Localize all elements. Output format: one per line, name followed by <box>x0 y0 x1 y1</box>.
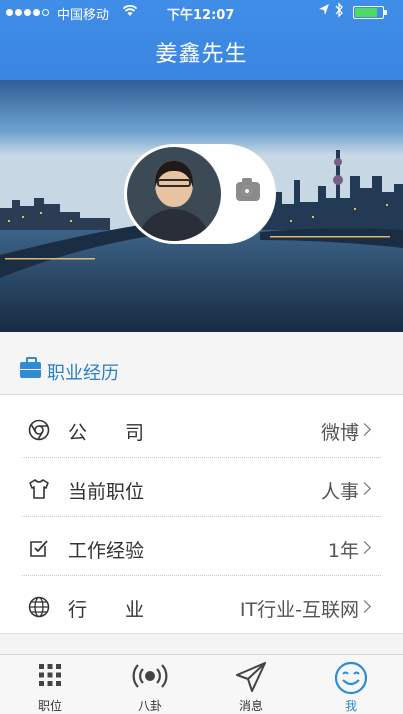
row-label: 公 司 <box>68 422 145 444</box>
battery-icon <box>353 6 387 19</box>
location-icon <box>319 4 329 15</box>
tab-messages[interactable]: 消息 <box>201 655 301 714</box>
row-value: 微博 <box>320 422 359 444</box>
tab-gossip[interactable]: 八卦 <box>100 655 200 714</box>
career-card: 公 司 微博 当前职位 人事 工作经验 1年 行 业 IT行业-互联网 <box>0 394 403 634</box>
chevron-right-icon <box>358 423 371 436</box>
tab-bar: 职位 八卦 消息 我 <box>0 654 403 714</box>
row-label: 工作经验 <box>68 540 145 562</box>
tab-label: 职位 <box>37 699 62 713</box>
status-bar: 中国移动 下午12:07 <box>0 0 403 24</box>
checkbox-icon <box>30 540 48 557</box>
section-header: 职业经历 <box>0 332 403 394</box>
row-position[interactable]: 当前职位 人事 <box>0 458 403 517</box>
avatar[interactable] <box>127 147 221 241</box>
grid-icon <box>39 664 61 686</box>
row-company[interactable]: 公 司 微博 <box>0 399 403 458</box>
top-bar: 中国移动 下午12:07 姜鑫先生 <box>0 0 403 80</box>
tab-label: 我 <box>344 699 357 713</box>
tab-label: 消息 <box>238 699 263 713</box>
row-experience[interactable]: 工作经验 1年 <box>0 517 403 576</box>
page-title: 姜鑫先生 <box>155 42 248 67</box>
chevron-right-icon <box>358 541 371 554</box>
row-value: IT行业-互联网 <box>239 599 359 621</box>
paper-plane-icon <box>236 662 266 692</box>
carrier-name: 中国移动 <box>57 8 110 23</box>
status-time: 下午12:07 <box>167 8 235 23</box>
tab-label: 八卦 <box>137 699 162 713</box>
profile-banner <box>0 80 403 332</box>
tshirt-icon <box>29 479 49 499</box>
row-label: 当前职位 <box>68 481 145 503</box>
signal-icon <box>6 9 49 16</box>
broadcast-icon <box>132 664 168 688</box>
chrome-icon <box>28 419 50 441</box>
row-industry[interactable]: 行 业 IT行业-互联网 <box>0 576 403 635</box>
tab-jobs[interactable]: 职位 <box>0 655 100 714</box>
camera-icon[interactable] <box>236 178 260 201</box>
bluetooth-icon <box>335 2 343 18</box>
row-value: 1年 <box>327 540 359 562</box>
wifi-icon <box>122 5 138 16</box>
tab-me[interactable]: 我 <box>301 655 401 714</box>
smile-icon <box>334 661 368 695</box>
chevron-right-icon <box>358 600 371 613</box>
row-label: 行 业 <box>68 599 145 621</box>
chevron-right-icon <box>358 482 371 495</box>
globe-icon <box>28 596 50 618</box>
section-title: 职业经历 <box>47 363 119 384</box>
briefcase-icon <box>20 357 41 378</box>
row-value: 人事 <box>320 481 359 503</box>
avatar-container <box>124 144 276 244</box>
